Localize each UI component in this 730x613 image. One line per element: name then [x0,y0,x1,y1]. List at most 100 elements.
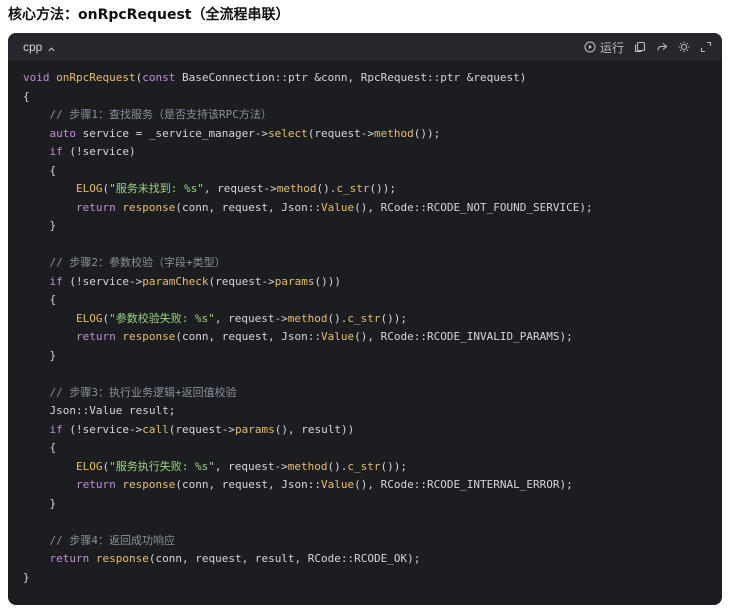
code-token: response [95,552,149,565]
code-token: if [49,274,63,288]
code-token: return [75,478,116,491]
code-token: params [234,422,275,436]
code-toolbar: 运行 [584,39,712,56]
code-token: ELOG [75,311,103,325]
code-token: } [23,348,57,362]
code-token: (conn, request, Json:: [175,200,322,214]
code-line: ELOG("服务未找到: %s", request->method().c_st… [23,180,722,199]
section-heading: 核心方法：onRpcRequest（全流程串联） [8,7,290,23]
code-token: const [142,71,176,84]
code-line: return response(conn, request, Json::Val… [23,476,722,495]
expand-button[interactable] [700,41,712,53]
code-token: paramCheck [142,274,209,288]
code-token: ())) [314,274,341,288]
code-token: // 步骤4：返回成功响应 [23,533,175,547]
code-token: , request-> [203,182,277,195]
code-line: ELOG("参数校验失败: %s", request->method().c_s… [23,310,722,329]
code-line: } [23,347,722,366]
code-body: void onRpcRequest(const BaseConnection::… [8,61,722,587]
code-line: // 步骤2：参数校验（字段+类型） [23,254,722,273]
code-line: if (!service->paramCheck(request->params… [23,273,722,292]
code-line: { [23,291,722,310]
code-token: if [49,145,63,158]
code-token: { [23,441,57,454]
code-token: void [23,71,50,84]
code-line: ELOG("服务执行失败: %s", request->method().c_s… [23,458,722,477]
code-token: (request-> [307,126,375,140]
code-token: } [23,570,30,584]
code-token: ()); [369,182,396,195]
code-token: service = _service_manager-> [76,126,269,140]
code-token: // 步骤3：执行业务逻辑+返回值校验 [23,385,237,399]
code-token: (), RCode::RCODE_INTERNAL_ERROR); [354,478,573,491]
code-token: response [122,200,176,214]
code-line: { [23,439,722,458]
code-line: if (!service->call(request->params(), re… [23,421,722,440]
code-token: (). [327,459,348,473]
code-line: void onRpcRequest(const BaseConnection::… [23,69,722,88]
theme-toggle-button[interactable] [678,41,690,53]
code-token: // 步骤2：参数校验（字段+类型） [23,256,226,269]
code-token: Value [321,478,355,491]
code-line: // 步骤1：查找服务（是否支持该RPC方法） [23,106,722,125]
code-token: onRpcRequest [56,71,136,84]
run-button[interactable]: 运行 [584,39,624,56]
code-token: ELOG [75,182,103,195]
share-icon [656,41,668,53]
code-token: Value [321,200,355,214]
code-token: (), result)) [274,422,355,436]
code-token: (!service) [62,145,136,158]
code-block: cpp 运行 void onRpcRequest(const BaseConne… [8,33,722,605]
code-token: // 步骤1：查找服务（是否支持该RPC方法） [23,108,272,121]
code-token: response [122,478,176,491]
code-token: c_str [347,311,381,325]
theme-toggle-icon [678,41,690,53]
code-token: method [276,182,317,195]
code-token: (). [316,182,337,195]
code-token: (conn, request, Json:: [175,478,322,491]
code-line: } [23,569,722,588]
code-token: (!service-> [62,422,143,436]
code-token: ELOG [75,459,103,473]
code-line: Json::Value result; [23,402,722,421]
code-token: c_str [336,182,370,195]
code-content: void onRpcRequest(const BaseConnection::… [23,69,722,587]
expand-icon [700,41,712,53]
code-token: method [287,311,328,325]
code-token: response [122,330,176,343]
code-token: (), RCode::RCODE_INVALID_PARAMS); [354,330,573,343]
code-line: { [23,162,722,181]
language-toggle[interactable]: cpp [23,40,56,54]
code-token: return [75,200,116,214]
code-token: auto [49,126,77,140]
code-token: (), RCode::RCODE_NOT_FOUND_SERVICE); [354,200,593,214]
code-line: { [23,88,722,107]
code-line: } [23,217,722,236]
code-token: call [142,422,169,436]
code-line: } [23,495,722,514]
code-token: { [23,163,57,177]
code-token: , request-> [214,311,288,325]
share-button[interactable] [656,41,668,53]
code-token: , request-> [214,459,288,473]
code-token: "参数校验失败: %s" [109,311,215,325]
copy-button[interactable] [634,41,646,53]
code-line: auto service = _service_manager->select(… [23,125,722,144]
code-token: method [374,126,414,140]
code-line: if (!service) [23,143,722,162]
code-line: return response(conn, request, Json::Val… [23,328,722,347]
code-token: ()); [380,311,407,325]
code-token: method [287,459,328,473]
code-token: return [49,552,90,565]
